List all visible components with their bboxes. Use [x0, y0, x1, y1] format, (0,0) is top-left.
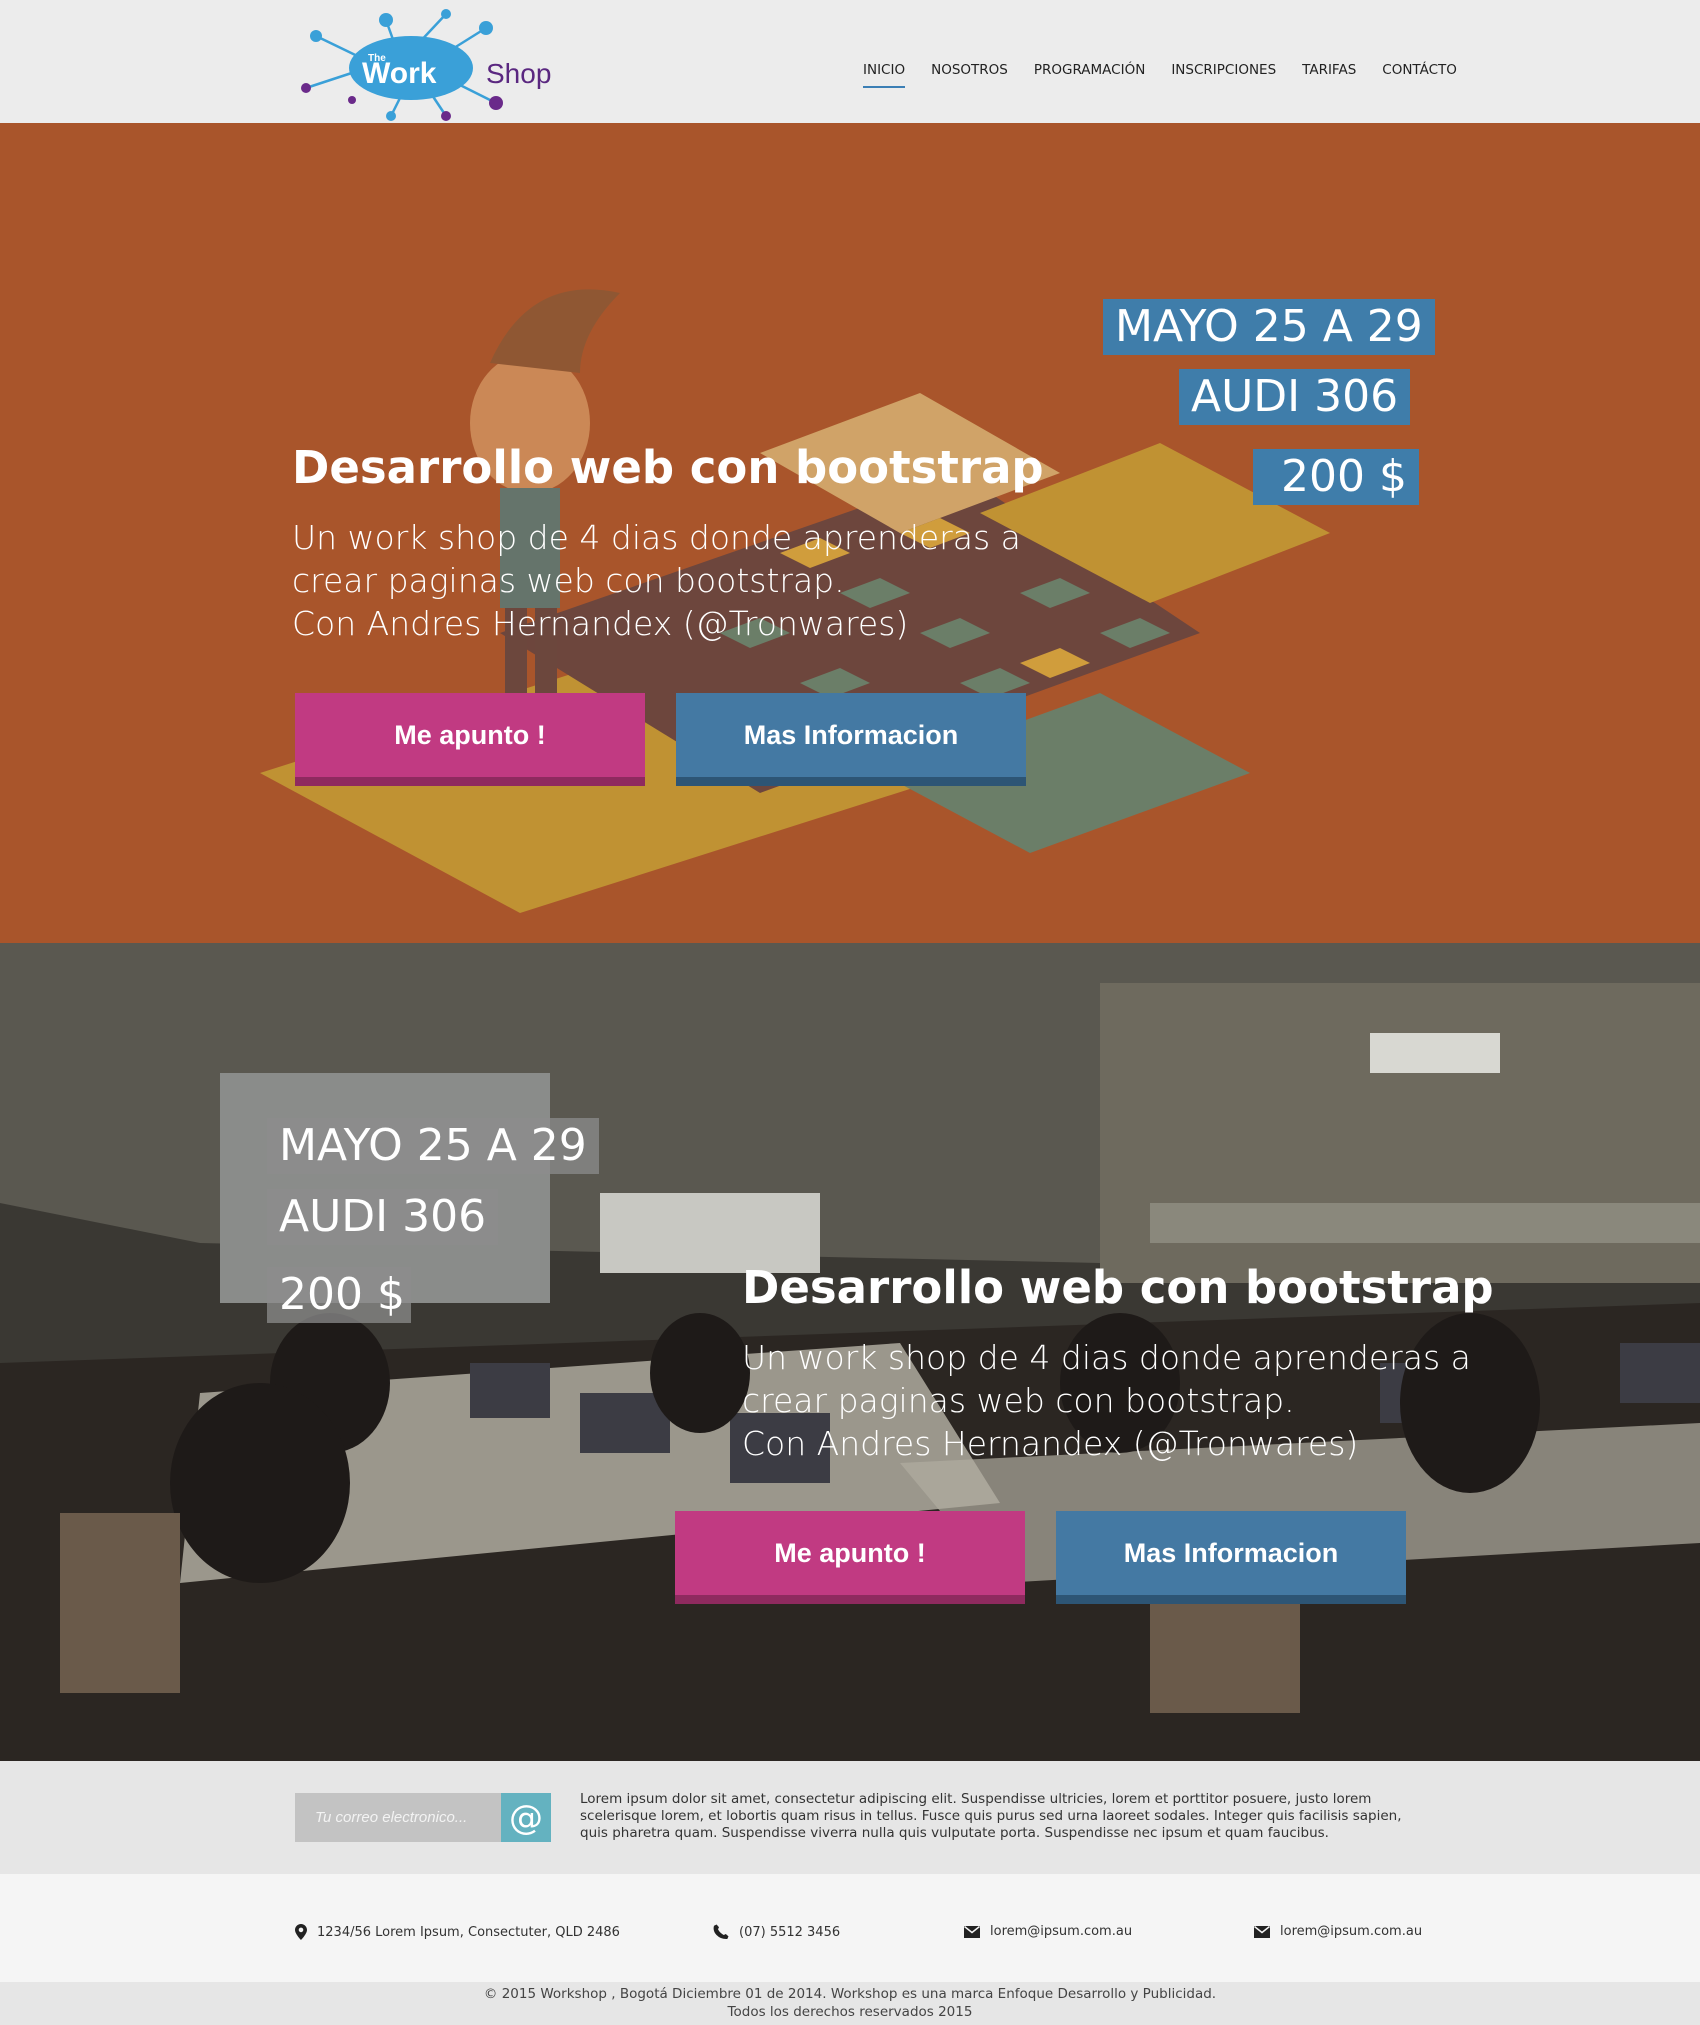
- contact-address: 1234/56 Lorem Ipsum, Consectuter, QLD 24…: [295, 1924, 620, 1940]
- event-date-badge: MAYO 25 A 29: [1103, 299, 1435, 355]
- more-info-button-2[interactable]: Mas Informacion: [1056, 1511, 1406, 1595]
- phone-icon: [713, 1924, 729, 1940]
- hero-title-2: Desarrollo web con bootstrap: [742, 1261, 1494, 1314]
- nav-nosotros[interactable]: NOSOTROS: [931, 62, 1008, 88]
- logo[interactable]: The Work Shop: [296, 8, 590, 123]
- contact-phone: (07) 5512 3456: [713, 1924, 840, 1940]
- hero-desc-line-1: Un work shop de 4 dias donde aprenderas …: [292, 518, 1021, 557]
- nav-contacto[interactable]: CONTÁCTO: [1382, 62, 1457, 88]
- footer-rights: Todos los derechos reservados 2015: [727, 2004, 973, 2020]
- more-info-button[interactable]: Mas Informacion: [676, 693, 1026, 777]
- envelope-icon: [1254, 1925, 1270, 1938]
- nav-tarifas[interactable]: TARIFAS: [1302, 62, 1356, 88]
- contact-email-1[interactable]: lorem@ipsum.com.au: [964, 1924, 1132, 1939]
- hero2-desc-line-2: crear paginas web con bootstrap.: [742, 1381, 1295, 1420]
- contact-address-text: 1234/56 Lorem Ipsum, Consectuter, QLD 24…: [317, 1924, 620, 1940]
- nav-inicio[interactable]: INICIO: [863, 62, 906, 88]
- event-room-badge-2: AUDI 306: [267, 1189, 499, 1245]
- signup-button[interactable]: Me apunto !: [295, 693, 645, 777]
- event-price-badge-2: 200 $: [267, 1267, 411, 1323]
- hero-description-2: Un work shop de 4 dias donde aprenderas …: [742, 1336, 1471, 1465]
- hero-desc-line-3: Con Andres Hernandex (@Tronwares): [292, 604, 909, 643]
- hero2-desc-line-1: Un work shop de 4 dias donde aprenderas …: [742, 1338, 1471, 1377]
- hero-illustration-section: MAYO 25 A 29 AUDI 306 200 $ Desarrollo w…: [0, 123, 1700, 943]
- logo-work: Work: [362, 57, 437, 90]
- hero-desc-line-2: crear paginas web con bootstrap.: [292, 561, 845, 600]
- newsletter-submit-button[interactable]: @: [501, 1793, 551, 1842]
- site-footer: © 2015 Workshop , Bogotá Diciembre 01 de…: [0, 1982, 1700, 2025]
- nav-inscripciones[interactable]: INSCRIPCIONES: [1171, 62, 1276, 88]
- signup-button-2[interactable]: Me apunto !: [675, 1511, 1025, 1595]
- nav-programacion[interactable]: PROGRAMACIÓN: [1034, 62, 1145, 88]
- newsletter-text: Lorem ipsum dolor sit amet, consectetur …: [580, 1791, 1402, 1841]
- event-date-badge-2: MAYO 25 A 29: [267, 1118, 599, 1174]
- contact-info-section: 1234/56 Lorem Ipsum, Consectuter, QLD 24…: [0, 1874, 1700, 1982]
- hero-description: Un work shop de 4 dias donde aprenderas …: [292, 516, 1021, 645]
- contact-email-2-text[interactable]: lorem@ipsum.com.au: [1280, 1924, 1422, 1939]
- logo-shop: Shop: [486, 58, 551, 89]
- event-room-badge: AUDI 306: [1179, 369, 1411, 425]
- contact-email-1-text[interactable]: lorem@ipsum.com.au: [990, 1924, 1132, 1939]
- envelope-icon: [964, 1925, 980, 1938]
- hero2-desc-line-3: Con Andres Hernandex (@Tronwares): [742, 1424, 1359, 1463]
- event-price-badge: 200 $: [1253, 449, 1419, 505]
- hero-classroom-section: MAYO 25 A 29 AUDI 306 200 $ Desarrollo w…: [0, 943, 1700, 1761]
- newsletter-section: @ Lorem ipsum dolor sit amet, consectetu…: [0, 1761, 1700, 1874]
- site-header: The Work Shop INICIO NOSOTROS PROGRAMACI…: [0, 0, 1700, 123]
- contact-email-2[interactable]: lorem@ipsum.com.au: [1254, 1924, 1422, 1939]
- newsletter-email-input[interactable]: [295, 1793, 501, 1842]
- main-nav: INICIO NOSOTROS PROGRAMACIÓN INSCRIPCION…: [863, 62, 1457, 88]
- footer-copyright: © 2015 Workshop , Bogotá Diciembre 01 de…: [483, 1986, 1217, 2002]
- map-pin-icon: [295, 1924, 307, 1940]
- contact-phone-text: (07) 5512 3456: [739, 1924, 841, 1940]
- hero-title: Desarrollo web con bootstrap: [292, 441, 1044, 494]
